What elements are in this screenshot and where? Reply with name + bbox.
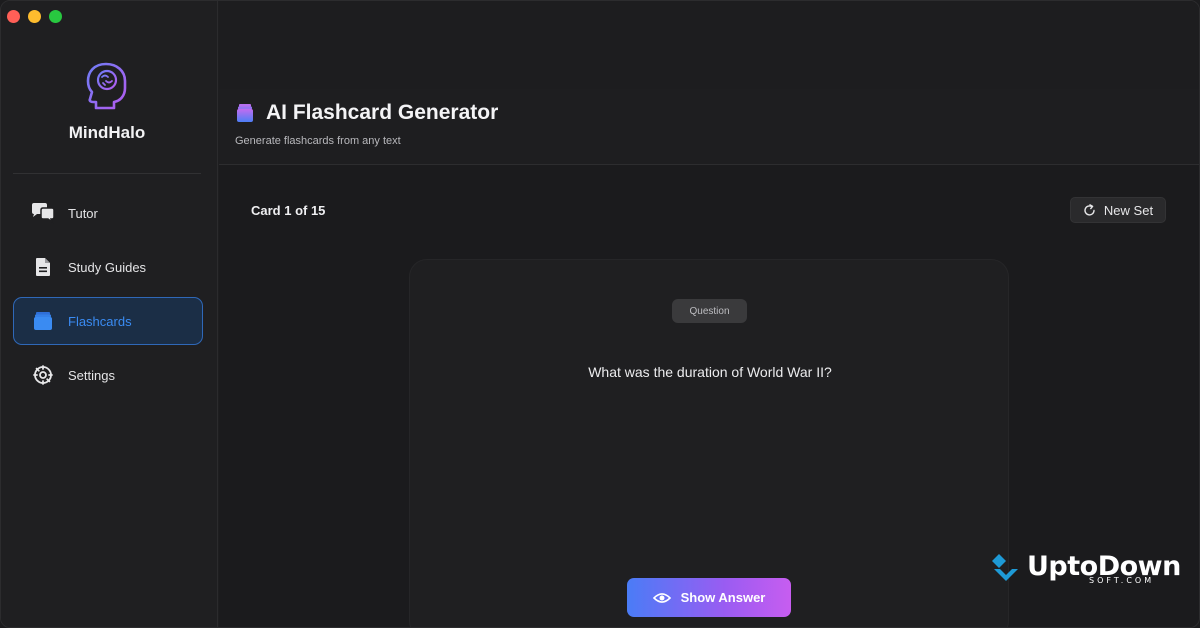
page-subtitle: Generate flashcards from any text xyxy=(235,135,401,147)
sidebar-item-flashcards[interactable]: Flashcards xyxy=(13,297,203,345)
sidebar-item-label: Tutor xyxy=(68,205,98,221)
cards-icon xyxy=(237,104,253,122)
card-counter: Card 1 of 15 xyxy=(251,203,326,218)
minimize-window-button[interactable] xyxy=(28,10,41,23)
watermark-text: UptoDown SOFT.COM xyxy=(1027,553,1181,585)
brand-name: MindHalo xyxy=(68,123,146,142)
card-question-text: What was the duration of World War II? xyxy=(588,364,832,380)
page-header: AI Flashcard Generator Generate flashcar… xyxy=(219,89,1199,165)
new-set-label: New Set xyxy=(1103,202,1154,218)
sidebar-item-label: Study Guides xyxy=(68,259,147,275)
brand: MindHalo xyxy=(1,61,213,143)
sidebar-item-tutor[interactable]: Tutor xyxy=(13,189,203,237)
eye-icon xyxy=(652,592,671,603)
close-window-button[interactable] xyxy=(7,10,20,23)
show-answer-label: Show Answer xyxy=(680,590,766,605)
flashcard[interactable]: Question What was the duration of World … xyxy=(409,259,1009,627)
sidebar-divider xyxy=(13,173,201,174)
uptodown-logo-icon xyxy=(992,554,1018,581)
gear-icon xyxy=(30,364,56,386)
chat-bubbles-icon xyxy=(30,202,56,224)
maximize-window-button[interactable] xyxy=(49,10,62,23)
card-side-badge: Question xyxy=(672,299,747,323)
page-title-text: AI Flashcard Generator xyxy=(266,101,499,124)
sidebar-item-label: Settings xyxy=(68,367,115,383)
sidebar: MindHalo Tutor Study Guides Flashcards S… xyxy=(1,1,218,627)
window-controls xyxy=(7,10,62,23)
title-bar xyxy=(219,1,1199,89)
sidebar-item-label: Flashcards xyxy=(68,313,132,329)
brain-head-logo-icon xyxy=(86,62,127,110)
show-answer-button[interactable]: Show Answer xyxy=(627,578,791,617)
document-icon xyxy=(30,256,56,278)
page-title: AI Flashcard Generator xyxy=(236,101,498,125)
cards-icon xyxy=(30,310,56,332)
main-content: AI Flashcard Generator Generate flashcar… xyxy=(219,1,1199,627)
sidebar-item-settings[interactable]: Settings xyxy=(13,351,203,399)
uptodown-watermark: UptoDown SOFT.COM xyxy=(991,549,1181,589)
sidebar-nav: Tutor Study Guides Flashcards Settings xyxy=(13,189,203,405)
refresh-icon xyxy=(1084,203,1095,216)
sidebar-item-study-guides[interactable]: Study Guides xyxy=(13,243,203,291)
new-set-button[interactable]: New Set xyxy=(1070,197,1166,223)
app-window: MindHalo Tutor Study Guides Flashcards S… xyxy=(0,0,1200,628)
